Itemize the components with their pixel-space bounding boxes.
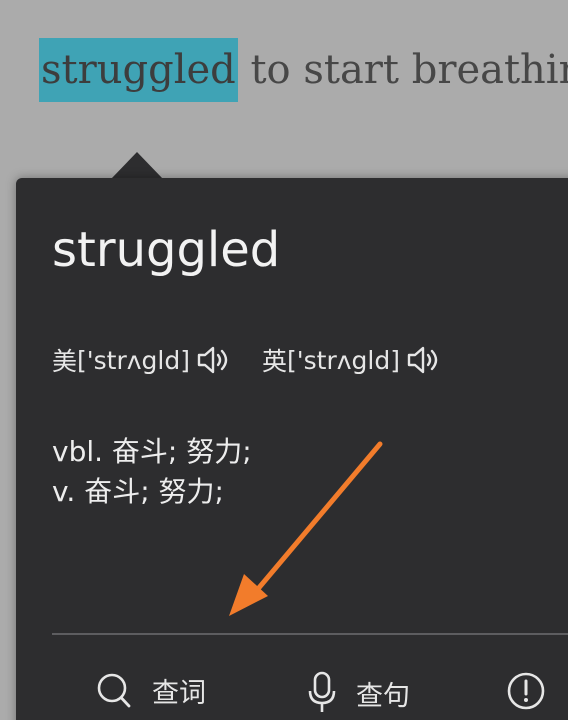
ipa-text: ['strʌgld] — [77, 345, 190, 375]
speaker-icon[interactable] — [196, 345, 230, 375]
region-label: 英 — [261, 347, 287, 376]
popup-pointer — [111, 152, 163, 179]
lookup-sentence-label: 查句 — [356, 680, 410, 712]
lookup-word-button[interactable]: 查词 — [96, 671, 206, 710]
info-icon — [507, 672, 545, 710]
report-button[interactable] — [506, 671, 566, 711]
speaker-icon[interactable] — [406, 345, 440, 375]
definitions: vbl. 奋斗; 努力; v. 奋斗; 努力; — [52, 432, 252, 512]
phonetic-uk: 英 ['strʌgld] — [262, 342, 440, 378]
divider — [52, 633, 568, 635]
popup-word: struggled — [52, 222, 281, 278]
microphone-icon — [308, 671, 336, 712]
text-line: struggled to start breathin — [0, 38, 568, 102]
line-continuation: to start breathin — [237, 47, 568, 93]
region-label: 美 — [52, 347, 78, 376]
lookup-sentence-button[interactable]: 查句 — [308, 671, 410, 715]
lookup-word-label: 查词 — [152, 678, 206, 709]
definition-line: v. 奋斗; 努力; — [52, 475, 224, 508]
phonetic-us: 美 ['strʌgld] — [52, 342, 230, 378]
phonetics-row: 美 ['strʌgld] 英 ['strʌgld] — [52, 340, 440, 380]
ipa-text: ['strʌgld] — [287, 345, 400, 375]
popup-toolbar: 查词 查句 — [0, 665, 568, 720]
highlighted-word[interactable]: struggled — [39, 38, 238, 102]
search-icon — [97, 673, 131, 707]
definition-line: vbl. 奋斗; 努力; — [52, 435, 252, 468]
